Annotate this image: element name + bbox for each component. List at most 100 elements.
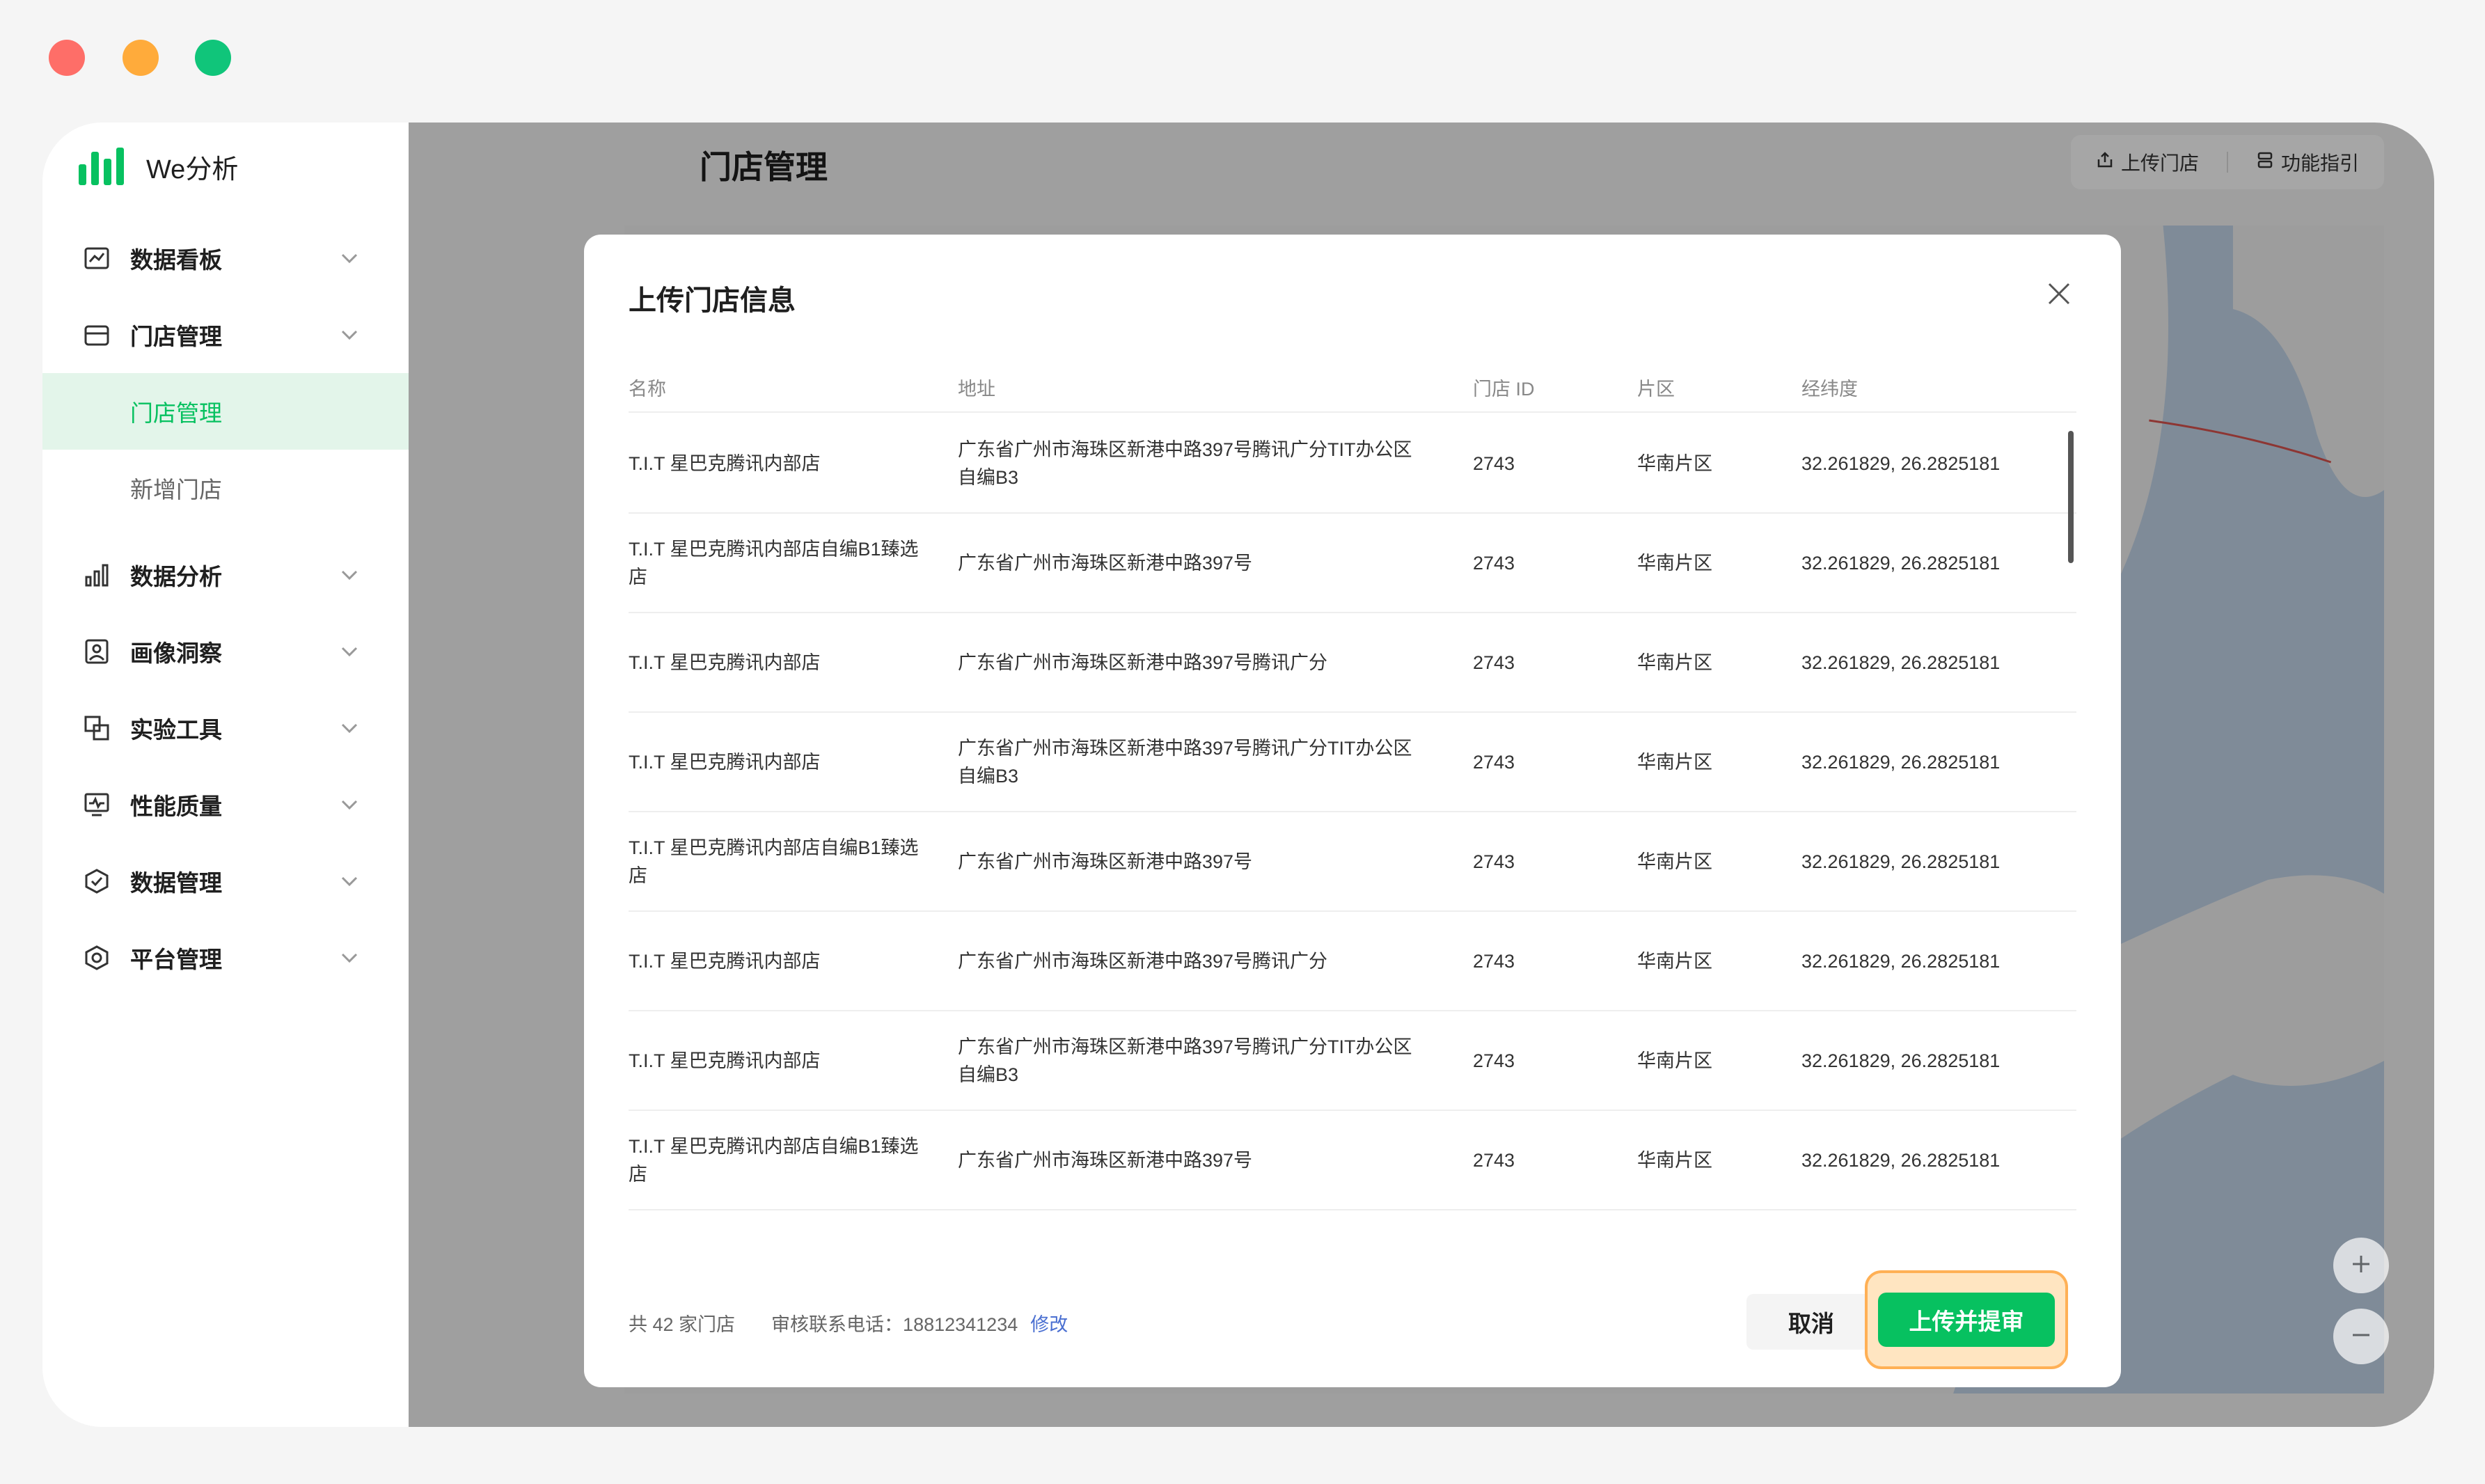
store-name-cell: T.I.T 星巴克腾讯内部店自编B1臻选店 xyxy=(629,837,919,886)
submit-highlight: 上传并提审 xyxy=(1865,1270,2068,1369)
sidebar-item-label: 数据分析 xyxy=(130,564,222,590)
store-address-cell: 广东省广州市海珠区新港中路397号腾讯广分 xyxy=(958,950,1328,972)
store-address-cell: 广东省广州市海珠区新港中路397号 xyxy=(958,552,1253,574)
store-address-cell: 广东省广州市海珠区新港中路397号腾讯广分TIT办公区 自编B3 xyxy=(958,439,1412,488)
store-coordinates-cell: 32.261829, 26.2825181 xyxy=(1801,652,2001,673)
store-icon xyxy=(83,321,111,349)
store-name-cell: T.I.T 星巴克腾讯内部店自编B1臻选店 xyxy=(629,1135,919,1185)
upload-and-submit-button[interactable]: 上传并提审 xyxy=(1878,1293,2055,1347)
store-name-cell: T.I.T 星巴克腾讯内部店自编B1臻选店 xyxy=(629,538,919,587)
store-coordinates-cell: 32.261829, 26.2825181 xyxy=(1801,851,2001,872)
cancel-button[interactable]: 取消 xyxy=(1746,1294,1876,1350)
sidebar-item-experiment[interactable]: 实验工具 xyxy=(42,690,409,766)
table-row: T.I.T 星巴克腾讯内部店 广东省广州市海珠区新港中路397号腾讯广分 2743 华… xyxy=(629,613,2076,713)
sidebar-subitem-label: 新增门店 xyxy=(130,477,222,503)
column-header-address: 地址 xyxy=(958,379,995,400)
sidebar-item-analysis[interactable]: 数据分析 xyxy=(42,537,409,613)
table-fade xyxy=(629,1230,2076,1272)
column-header-name: 名称 xyxy=(629,379,666,400)
store-coordinates-cell: 32.261829, 26.2825181 xyxy=(1801,552,2001,574)
chevron-down-icon xyxy=(336,791,363,819)
store-id-cell: 2743 xyxy=(1473,1050,1515,1071)
sidebar-subitem-label: 门店管理 xyxy=(130,400,222,426)
sidebar-item-store[interactable]: 门店管理 xyxy=(42,297,409,373)
sidebar-item-performance[interactable]: 性能质量 xyxy=(42,766,409,843)
data-manage-icon xyxy=(83,867,111,895)
store-id-cell: 2743 xyxy=(1473,950,1515,972)
sidebar-item-label: 平台管理 xyxy=(130,947,222,972)
column-header-coordinates: 经纬度 xyxy=(1801,379,1858,400)
sidebar-item-label: 性能质量 xyxy=(130,794,222,819)
close-button[interactable] xyxy=(2042,278,2076,313)
sidebar-item-portrait[interactable]: 画像洞察 xyxy=(42,613,409,690)
experiment-icon xyxy=(83,714,111,742)
window-close-dot[interactable] xyxy=(49,40,85,76)
review-phone-text: 审核联系电话：18812341234 xyxy=(771,1314,1018,1335)
portrait-icon xyxy=(83,638,111,665)
store-address-cell: 广东省广州市海珠区新港中路397号腾讯广分 xyxy=(958,652,1328,673)
store-address-cell: 广东省广州市海珠区新港中路397号腾讯广分TIT办公区 自编B3 xyxy=(958,1036,1412,1085)
monitor-icon xyxy=(83,791,111,819)
sidebar-item-platform[interactable]: 平台管理 xyxy=(42,919,409,996)
store-region-cell: 华南片区 xyxy=(1637,851,1712,872)
window-maximize-dot[interactable] xyxy=(195,40,231,76)
table-row: T.I.T 星巴克腾讯内部店自编B1臻选店 广东省广州市海珠区新港中路397号 27… xyxy=(629,812,2076,912)
sidebar-item-label: 画像洞察 xyxy=(130,640,222,666)
table-row: T.I.T 星巴克腾讯内部店 广东省广州市海珠区新港中路397号腾讯广分TIT办公… xyxy=(629,414,2076,514)
sidebar-subitem-add-store[interactable]: 新增门店 xyxy=(42,450,409,526)
chevron-down-icon xyxy=(336,944,363,972)
store-id-cell: 2743 xyxy=(1473,452,1515,474)
table-scrollbar[interactable] xyxy=(2068,431,2074,563)
app-window: We分析 数据看板 门店管理 门店管理 新增门店 数据分析 画像洞察 实验工具 … xyxy=(42,123,2434,1427)
store-count: 共 42 家门店 xyxy=(629,1314,736,1335)
table-row: T.I.T 星巴克腾讯内部店自编B1臻选店 广东省广州市海珠区新港中路397号 27… xyxy=(629,514,2076,613)
store-name-cell: T.I.T 星巴克腾讯内部店 xyxy=(629,751,821,773)
column-header-region: 片区 xyxy=(1637,379,1675,400)
store-name-cell: T.I.T 星巴克腾讯内部店 xyxy=(629,950,821,972)
sidebar-item-label: 数据管理 xyxy=(130,870,222,896)
upload-store-modal: 上传门店信息 名称 地址 门店 ID 片区 经纬度 T.I.T 星巴克腾讯内部店… xyxy=(584,235,2121,1387)
store-region-cell: 华南片区 xyxy=(1637,552,1712,574)
store-id-cell: 2743 xyxy=(1473,552,1515,574)
review-phone: 审核联系电话：18812341234 修改 xyxy=(771,1309,1068,1336)
sidebar-subitem-store-manage[interactable]: 门店管理 xyxy=(42,373,409,450)
chevron-down-icon xyxy=(336,561,363,589)
window-minimize-dot[interactable] xyxy=(123,40,159,76)
store-id-cell: 2743 xyxy=(1473,652,1515,673)
bar-chart-icon xyxy=(83,561,111,589)
sidebar-item-label: 数据看板 xyxy=(130,247,222,273)
logo-icon xyxy=(79,148,124,185)
minus-icon xyxy=(2351,1325,2372,1349)
zoom-out-button[interactable] xyxy=(2333,1309,2389,1364)
close-icon xyxy=(2047,282,2071,309)
settings-icon xyxy=(83,944,111,972)
dashboard-icon xyxy=(83,244,111,272)
store-id-cell: 2743 xyxy=(1473,1149,1515,1171)
store-name-cell: T.I.T 星巴克腾讯内部店 xyxy=(629,452,821,474)
table-header: 名称 地址 门店 ID 片区 经纬度 xyxy=(629,360,2076,413)
plus-icon xyxy=(2351,1254,2372,1278)
store-id-cell: 2743 xyxy=(1473,851,1515,872)
store-coordinates-cell: 32.261829, 26.2825181 xyxy=(1801,452,2001,474)
chevron-down-icon xyxy=(336,867,363,895)
store-region-cell: 华南片区 xyxy=(1637,1050,1712,1071)
store-region-cell: 华南片区 xyxy=(1637,751,1712,773)
edit-phone-link[interactable]: 修改 xyxy=(1030,1314,1068,1335)
store-name-cell: T.I.T 星巴克腾讯内部店 xyxy=(629,1050,821,1071)
table-row: T.I.T 星巴克腾讯内部店自编B1臻选店 广东省广州市海珠区新港中路397号 27… xyxy=(629,1111,2076,1210)
sidebar-item-label: 门店管理 xyxy=(130,324,222,349)
store-id-cell: 2743 xyxy=(1473,751,1515,773)
chevron-down-icon xyxy=(336,244,363,272)
app-name: We分析 xyxy=(146,155,239,184)
store-address-cell: 广东省广州市海珠区新港中路397号 xyxy=(958,851,1253,872)
table-row: T.I.T 星巴克腾讯内部店 广东省广州市海珠区新港中路397号腾讯广分TIT办公… xyxy=(629,1011,2076,1111)
store-name-cell: T.I.T 星巴克腾讯内部店 xyxy=(629,652,821,673)
store-region-cell: 华南片区 xyxy=(1637,1149,1712,1171)
sidebar-item-label: 实验工具 xyxy=(130,717,222,743)
sidebar-item-dashboard[interactable]: 数据看板 xyxy=(42,220,409,297)
store-coordinates-cell: 32.261829, 26.2825181 xyxy=(1801,1050,2001,1071)
chevron-down-icon xyxy=(336,714,363,742)
sidebar-item-data-manage[interactable]: 数据管理 xyxy=(42,843,409,919)
zoom-in-button[interactable] xyxy=(2333,1238,2389,1293)
store-region-cell: 华南片区 xyxy=(1637,652,1712,673)
